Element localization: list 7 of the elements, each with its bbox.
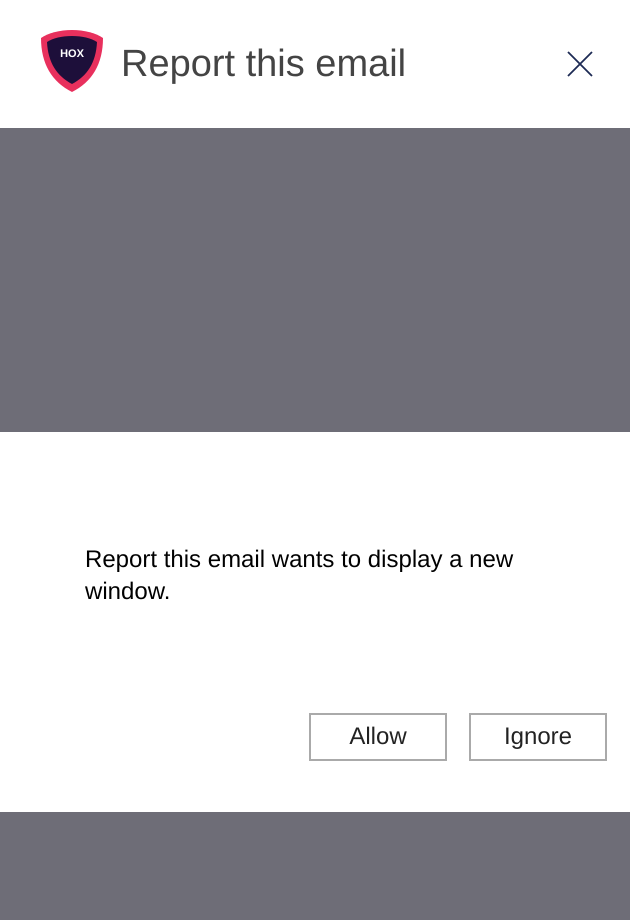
shield-icon [40, 30, 104, 92]
window-title: Report this email [121, 42, 406, 86]
dialog-button[interactable]: Ignore [469, 713, 607, 761]
dialog-message: Report this email wants to display a new window. [85, 545, 514, 607]
logo-text: HOX [59, 48, 85, 60]
dialog-button[interactable]: Allow [309, 713, 447, 761]
close-button[interactable] [566, 50, 594, 78]
